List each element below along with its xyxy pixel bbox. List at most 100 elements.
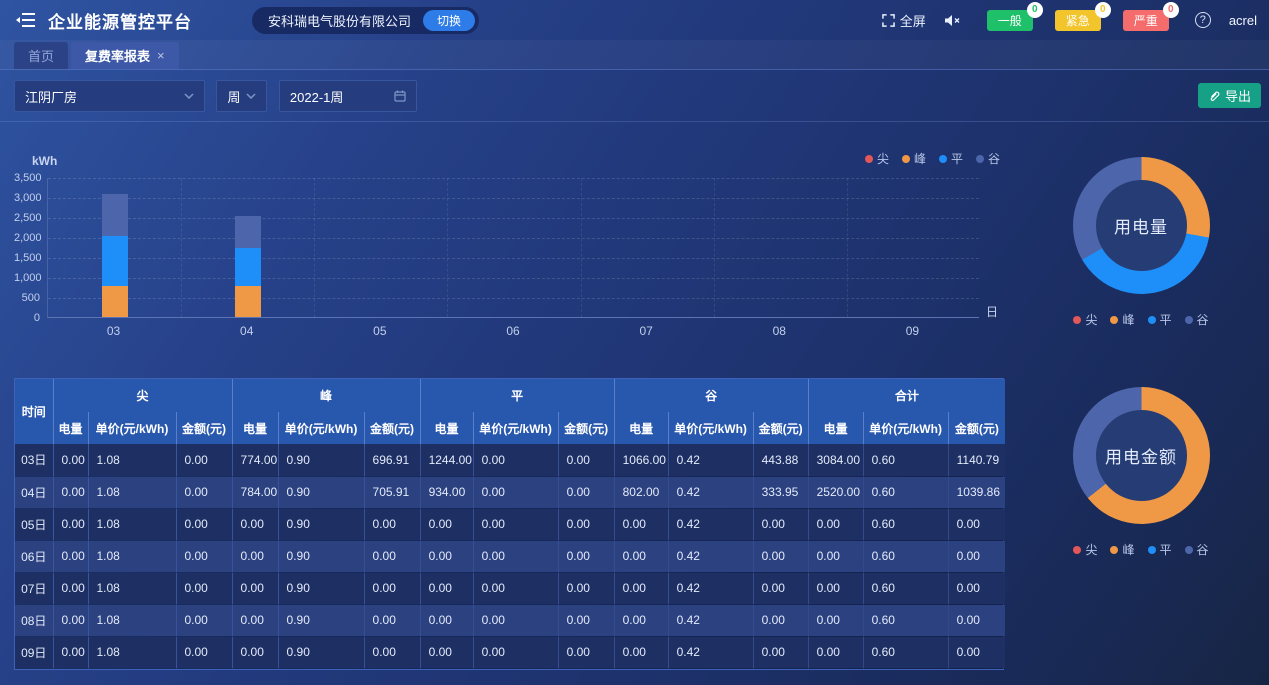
table-cell: 0.00 [232, 508, 278, 540]
tariff-table: 时间尖峰平谷合计电量单价(元/kWh)金额(元)电量单价(元/kWh)金额(元)… [15, 379, 1005, 669]
help-icon[interactable]: ? [1195, 12, 1211, 28]
table-cell: 696.91 [364, 444, 420, 476]
table-cell: 0.00 [420, 508, 473, 540]
table-cell: 0.42 [668, 540, 753, 572]
table-cell: 1244.00 [420, 444, 473, 476]
table-cell: 0.00 [364, 636, 420, 668]
table-cell: 0.00 [53, 540, 88, 572]
y-axis-unit: kWh [32, 154, 57, 168]
table-cell: 0.00 [614, 540, 668, 572]
table-header-group-平: 平 [420, 379, 614, 412]
legend-dot [939, 155, 947, 163]
switch-company-button[interactable]: 切换 [423, 10, 475, 31]
table-cell: 2520.00 [808, 476, 863, 508]
collapse-menu-icon[interactable] [16, 11, 38, 29]
bar-chart-legend-item-平[interactable]: 平 [939, 150, 963, 167]
table-cell: 0.00 [473, 476, 558, 508]
table-cell: 0.00 [558, 476, 614, 508]
table-row: 08日0.001.080.000.000.900.000.000.000.000… [15, 604, 1005, 636]
y-tick-label: 3,000 [14, 192, 40, 204]
table-row: 06日0.001.080.000.000.900.000.000.000.000… [15, 540, 1005, 572]
table-cell: 3084.00 [808, 444, 863, 476]
tab-复费率报表[interactable]: 复费率报表× [71, 42, 179, 69]
chevron-down-icon [184, 93, 194, 99]
export-button[interactable]: 导出 [1198, 83, 1261, 108]
bar-chart-legend-item-尖[interactable]: 尖 [865, 150, 889, 167]
donut1-legend-item-谷[interactable]: 谷 [1185, 311, 1209, 328]
bar-chart-legend-item-谷[interactable]: 谷 [976, 150, 1000, 167]
table-cell: 1.08 [88, 572, 176, 604]
donut1-legend-item-尖[interactable]: 尖 [1073, 311, 1097, 328]
donut2-legend-item-谷[interactable]: 谷 [1185, 541, 1209, 558]
table-cell: 0.60 [863, 444, 948, 476]
table-cell: 0.90 [278, 508, 364, 540]
table-cell: 0.00 [808, 508, 863, 540]
x-tick-label: 08 [773, 324, 786, 338]
period-select[interactable]: 周 [216, 80, 267, 112]
table-cell: 802.00 [614, 476, 668, 508]
table-cell: 0.00 [53, 476, 88, 508]
table-cell: 0.00 [473, 508, 558, 540]
table-cell: 0.42 [668, 572, 753, 604]
tariff-table-card: 时间尖峰平谷合计电量单价(元/kWh)金额(元)电量单价(元/kWh)金额(元)… [14, 378, 1004, 670]
table-cell: 0.90 [278, 540, 364, 572]
table-subheader: 电量 [420, 412, 473, 444]
table-cell: 0.00 [176, 604, 232, 636]
energy-bar-chart: kWh 尖峰平谷 日 05001,0001,5002,0002,5003,000… [14, 138, 1006, 343]
legend-dot [1148, 546, 1156, 554]
tab-首页[interactable]: 首页 [14, 42, 68, 69]
x-axis-unit: 日 [986, 303, 998, 320]
chevron-down-icon [246, 93, 256, 99]
donut1-legend-item-平[interactable]: 平 [1148, 311, 1172, 328]
calendar-icon [394, 90, 406, 102]
legend-dot [1110, 546, 1118, 554]
legend-label: 平 [951, 150, 963, 167]
table-cell: 0.00 [232, 572, 278, 604]
table-cell: 0.00 [420, 636, 473, 668]
legend-dot [902, 155, 910, 163]
legend-dot [1148, 316, 1156, 324]
table-row: 05日0.001.080.000.000.900.000.000.000.000… [15, 508, 1005, 540]
table-cell: 03日 [15, 444, 53, 476]
legend-dot [1185, 546, 1193, 554]
donut2-legend-item-尖[interactable]: 尖 [1073, 541, 1097, 558]
table-cell: 0.00 [176, 572, 232, 604]
table-cell: 0.00 [948, 508, 1005, 540]
legend-dot [865, 155, 873, 163]
table-cell: 0.90 [278, 572, 364, 604]
legend-label: 谷 [1197, 541, 1209, 558]
fullscreen-label: 全屏 [900, 11, 926, 30]
table-header-group-谷: 谷 [614, 379, 808, 412]
bar-chart-legend-item-峰[interactable]: 峰 [902, 150, 926, 167]
table-subheader: 金额(元) [364, 412, 420, 444]
table-cell: 0.00 [614, 508, 668, 540]
alarm-button-严重[interactable]: 严重0 [1123, 10, 1169, 31]
usage-donut-legend: 尖峰平谷 [1028, 311, 1254, 328]
table-cell: 0.00 [558, 636, 614, 668]
cost-donut-chart: 用电金额 [1073, 387, 1210, 524]
table-cell: 0.00 [558, 444, 614, 476]
alarm-count-badge: 0 [1095, 2, 1111, 18]
table-cell: 0.00 [176, 540, 232, 572]
fullscreen-button[interactable]: 全屏 [882, 11, 926, 30]
username[interactable]: acrel [1229, 13, 1257, 28]
table-cell: 0.00 [176, 444, 232, 476]
donut2-legend-item-峰[interactable]: 峰 [1110, 541, 1134, 558]
donut2-legend-item-平[interactable]: 平 [1148, 541, 1172, 558]
table-cell: 1.08 [88, 636, 176, 668]
donut1-legend-item-峰[interactable]: 峰 [1110, 311, 1134, 328]
legend-dot [1110, 316, 1118, 324]
legend-label: 谷 [988, 150, 1000, 167]
date-picker[interactable]: 2022-1周 [279, 80, 417, 112]
mute-icon[interactable] [944, 14, 961, 27]
y-tick-label: 3,500 [14, 172, 40, 184]
table-cell: 0.42 [668, 508, 753, 540]
alarm-button-一般[interactable]: 一般0 [987, 10, 1033, 31]
table-cell: 0.00 [558, 604, 614, 636]
table-cell: 774.00 [232, 444, 278, 476]
table-cell: 1.08 [88, 444, 176, 476]
alarm-button-紧急[interactable]: 紧急0 [1055, 10, 1101, 31]
tab-close-icon[interactable]: × [157, 48, 165, 63]
page-title: 企业能源管控平台 [48, 8, 192, 33]
site-select[interactable]: 江阴厂房 [14, 80, 205, 112]
